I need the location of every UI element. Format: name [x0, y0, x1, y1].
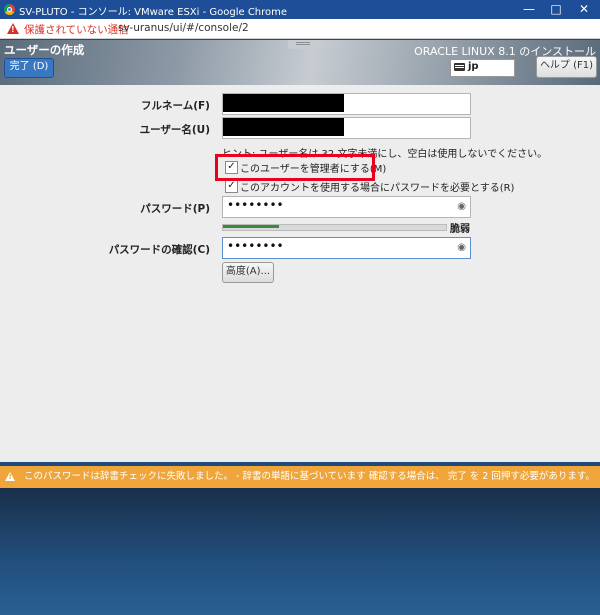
redacted-value	[223, 94, 344, 112]
confirm-password-label: パスワードの確認(C)	[108, 244, 210, 256]
console-grip-handle[interactable]	[288, 40, 318, 49]
password-label: パスワード(P)	[140, 203, 210, 215]
redacted-value	[223, 118, 344, 136]
require-password-label[interactable]: このアカウントを使用する場合にパスワードを必要とする(R)	[240, 179, 514, 194]
page-title: ユーザーの作成	[4, 43, 85, 57]
done-button[interactable]: 完了 (D)	[4, 58, 54, 78]
address-bar[interactable]: 保護されていない通信 sv-uranus/ui/#/console/2	[0, 19, 600, 39]
warning-bar: このパスワードは辞書チェックに失敗しました。 - 辞書の単語に基づいています 確…	[0, 466, 600, 488]
confirm-password-input[interactable]: •••••••• ◉	[222, 237, 471, 259]
divider	[111, 23, 112, 35]
create-user-form: フルネーム(F) ユーザー名(U) ヒント: ユーザー名は 32 文字未満にし、…	[0, 85, 600, 462]
console-background	[0, 488, 600, 615]
fullname-label: フルネーム(F)	[141, 100, 210, 112]
maximize-icon[interactable]: □	[542, 0, 570, 19]
security-status[interactable]: 保護されていない通信	[24, 22, 129, 37]
password-strength-bar	[222, 224, 447, 231]
url-text[interactable]: sv-uranus/ui/#/console/2	[118, 22, 249, 34]
username-label: ユーザー名(U)	[139, 124, 210, 136]
username-input[interactable]	[222, 117, 471, 139]
keyboard-icon	[454, 63, 465, 71]
warning-icon	[7, 23, 19, 34]
chrome-icon	[4, 4, 15, 15]
window-title-bar: SV-PLUTO - コンソール: VMware ESXi - Google C…	[0, 0, 600, 19]
password-value: ••••••••	[227, 198, 284, 212]
close-icon[interactable]: ✕	[570, 0, 598, 19]
password-strength-fill	[223, 225, 279, 228]
help-button[interactable]: ヘルプ (F1)	[536, 56, 597, 78]
require-password-checkbox[interactable]: ✓	[225, 180, 238, 193]
fullname-input[interactable]	[222, 93, 471, 115]
password-input[interactable]: •••••••• ◉	[222, 196, 471, 218]
confirm-password-value: ••••••••	[227, 239, 284, 253]
keyboard-layout-indicator[interactable]: jp	[450, 59, 515, 77]
advanced-button[interactable]: 高度(A)...	[222, 262, 274, 283]
eye-icon[interactable]: ◉	[457, 201, 466, 212]
password-strength-label: 脆弱	[450, 224, 470, 235]
keyboard-layout-label: jp	[468, 61, 479, 72]
warning-icon	[5, 472, 15, 481]
eye-icon[interactable]: ◉	[457, 242, 466, 253]
highlight-box	[215, 154, 375, 181]
window-title: SV-PLUTO - コンソール: VMware ESXi - Google C…	[19, 7, 288, 18]
minimize-icon[interactable]: —	[515, 0, 543, 19]
warning-message: このパスワードは辞書チェックに失敗しました。 - 辞書の単語に基づいています 確…	[24, 471, 595, 482]
installer-header: ユーザーの作成 ORACLE LINUX 8.1 のインストール 完了 (D) …	[0, 40, 600, 85]
